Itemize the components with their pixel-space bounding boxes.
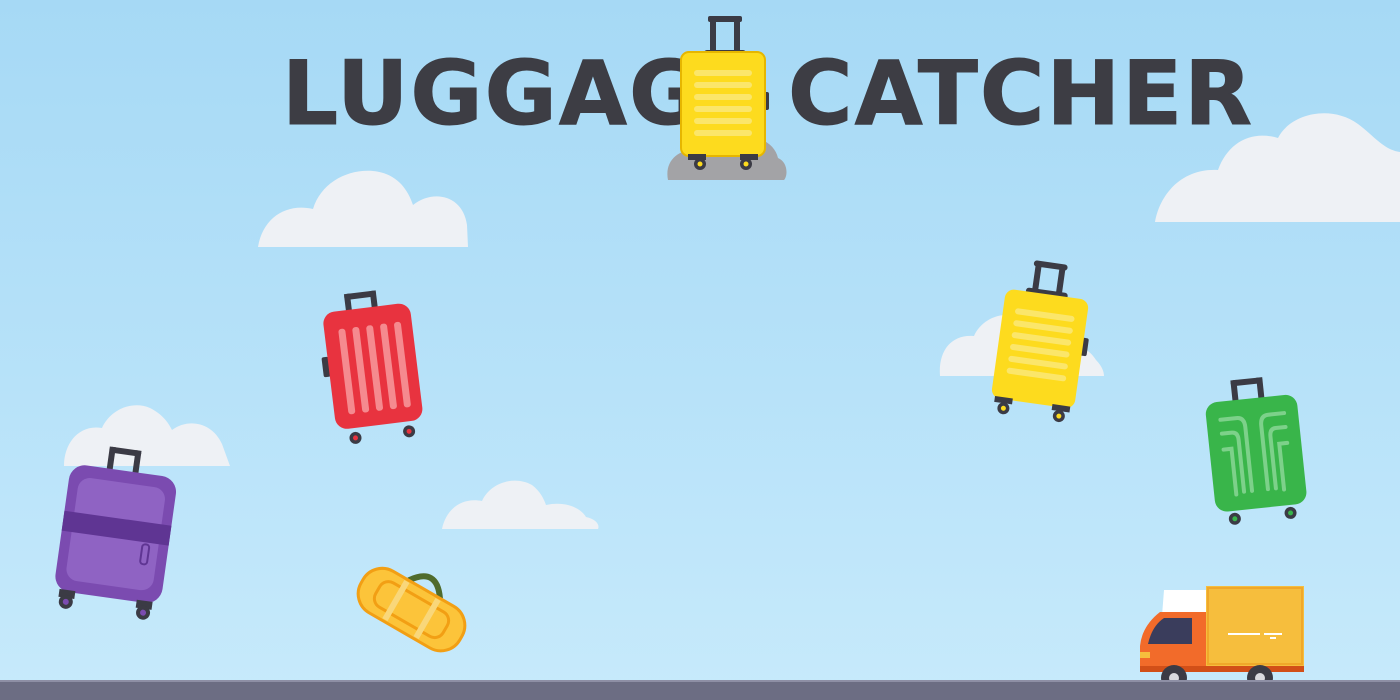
yellow-suitcase-icon [991,260,1089,423]
duffel-bag-icon [356,566,467,653]
red-suitcase-icon [321,290,423,444]
game-scene: LUGGAGE CATCHER [0,0,1400,700]
game-title-right: CATCHER [788,42,1254,145]
purple-suitcase-icon [55,446,177,620]
green-suitcase-icon [1205,377,1307,525]
cloud-icon [442,480,599,529]
ground [0,682,1400,700]
cloud-icon [258,170,468,247]
title-suitcase-icon [667,16,787,180]
delivery-truck-icon [1140,586,1304,691]
